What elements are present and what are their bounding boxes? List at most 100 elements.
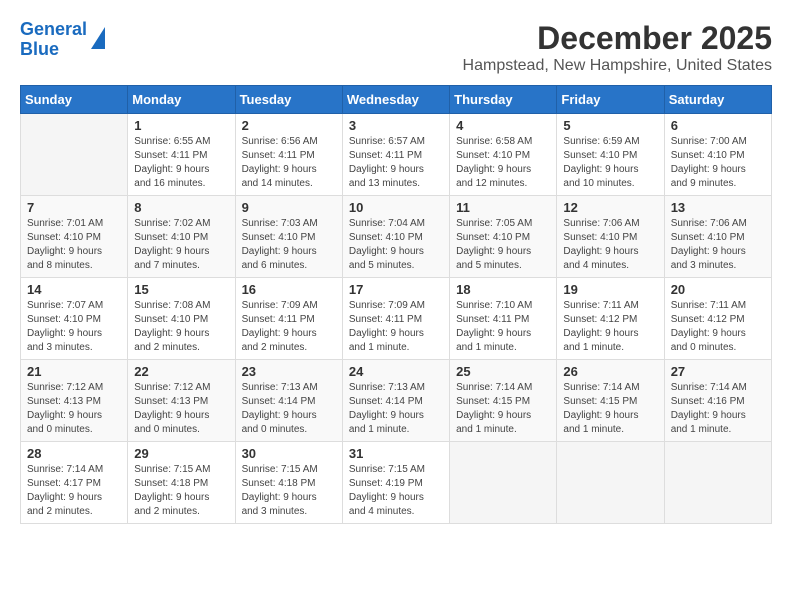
calendar-cell: 23 Sunrise: 7:13 AM Sunset: 4:14 PM Dayli…	[235, 360, 342, 442]
day-number: 6	[671, 118, 765, 133]
calendar-cell	[21, 114, 128, 196]
day-number: 11	[456, 200, 550, 215]
calendar-cell: 8Sunrise: 7:02 AM Sunset: 4:10 PM Daylig…	[128, 196, 235, 278]
calendar-cell: 29 Sunrise: 7:15 AM Sunset: 4:18 PM Dayli…	[128, 442, 235, 524]
calendar-day-header: Tuesday	[235, 86, 342, 114]
day-number: 12	[563, 200, 657, 215]
calendar-cell: 6 Sunrise: 7:00 AM Sunset: 4:10 PM Daylig…	[664, 114, 771, 196]
day-info: Sunrise: 6:58 AM Sunset: 4:10 PM Dayligh…	[456, 135, 550, 191]
day-number: 31	[349, 446, 443, 461]
day-number: 1	[134, 118, 228, 133]
day-info: Sunrise: 6:59 AM Sunset: 4:10 PM Dayligh…	[563, 135, 657, 191]
calendar-day-header: Thursday	[450, 86, 557, 114]
day-info: Sunrise: 7:05 AM Sunset: 4:10 PM Dayligh…	[456, 217, 550, 273]
day-number: 3	[349, 118, 443, 133]
day-info: Sunrise: 6:57 AM Sunset: 4:11 PM Dayligh…	[349, 135, 443, 191]
day-number: 2	[242, 118, 336, 133]
day-number: 29	[134, 446, 228, 461]
calendar-week-row: 7 Sunrise: 7:01 AM Sunset: 4:10 PM Daylig…	[21, 196, 772, 278]
calendar-cell: 20Sunrise: 7:11 AM Sunset: 4:12 PM Dayli…	[664, 278, 771, 360]
day-info: Sunrise: 7:09 AM Sunset: 4:11 PM Dayligh…	[242, 299, 336, 355]
calendar-cell	[450, 442, 557, 524]
calendar-cell	[664, 442, 771, 524]
day-info: Sunrise: 7:01 AM Sunset: 4:10 PM Dayligh…	[27, 217, 121, 273]
calendar-cell: 16 Sunrise: 7:09 AM Sunset: 4:11 PM Dayli…	[235, 278, 342, 360]
day-number: 13	[671, 200, 765, 215]
calendar-week-row: 14 Sunrise: 7:07 AM Sunset: 4:10 PM Dayli…	[21, 278, 772, 360]
title-block: December 2025 Hampstead, New Hampshire, …	[463, 20, 772, 75]
day-number: 14	[27, 282, 121, 297]
month-title: December 2025	[463, 20, 772, 57]
day-info: Sunrise: 7:00 AM Sunset: 4:10 PM Dayligh…	[671, 135, 765, 191]
day-number: 30	[242, 446, 336, 461]
logo: General Blue	[20, 20, 105, 60]
day-info: Sunrise: 7:03 AM Sunset: 4:10 PM Dayligh…	[242, 217, 336, 273]
day-info: Sunrise: 7:09 AM Sunset: 4:11 PM Dayligh…	[349, 299, 443, 355]
day-info: Sunrise: 6:55 AM Sunset: 4:11 PM Dayligh…	[134, 135, 228, 191]
calendar-cell: 25Sunrise: 7:14 AM Sunset: 4:15 PM Dayli…	[450, 360, 557, 442]
calendar-cell: 15 Sunrise: 7:08 AM Sunset: 4:10 PM Dayli…	[128, 278, 235, 360]
calendar-cell: 28 Sunrise: 7:14 AM Sunset: 4:17 PM Dayli…	[21, 442, 128, 524]
location-title: Hampstead, New Hampshire, United States	[463, 57, 772, 75]
day-info: Sunrise: 7:12 AM Sunset: 4:13 PM Dayligh…	[134, 381, 228, 437]
calendar-cell: 30Sunrise: 7:15 AM Sunset: 4:18 PM Dayli…	[235, 442, 342, 524]
day-info: Sunrise: 7:08 AM Sunset: 4:10 PM Dayligh…	[134, 299, 228, 355]
day-info: Sunrise: 7:06 AM Sunset: 4:10 PM Dayligh…	[671, 217, 765, 273]
day-info: Sunrise: 7:15 AM Sunset: 4:18 PM Dayligh…	[134, 463, 228, 519]
logo-icon	[91, 27, 105, 49]
day-info: Sunrise: 6:56 AM Sunset: 4:11 PM Dayligh…	[242, 135, 336, 191]
day-number: 21	[27, 364, 121, 379]
calendar-cell: 21 Sunrise: 7:12 AM Sunset: 4:13 PM Dayli…	[21, 360, 128, 442]
calendar-cell: 4 Sunrise: 6:58 AM Sunset: 4:10 PM Daylig…	[450, 114, 557, 196]
day-info: Sunrise: 7:14 AM Sunset: 4:16 PM Dayligh…	[671, 381, 765, 437]
day-info: Sunrise: 7:11 AM Sunset: 4:12 PM Dayligh…	[563, 299, 657, 355]
calendar-cell: 1 Sunrise: 6:55 AM Sunset: 4:11 PM Daylig…	[128, 114, 235, 196]
logo-line2: Blue	[20, 39, 59, 59]
day-number: 25	[456, 364, 550, 379]
calendar-cell: 12 Sunrise: 7:06 AM Sunset: 4:10 PM Dayli…	[557, 196, 664, 278]
calendar-week-row: 1 Sunrise: 6:55 AM Sunset: 4:11 PM Daylig…	[21, 114, 772, 196]
calendar-day-header: Monday	[128, 86, 235, 114]
calendar-cell: 13 Sunrise: 7:06 AM Sunset: 4:10 PM Dayli…	[664, 196, 771, 278]
calendar-cell	[557, 442, 664, 524]
day-number: 7	[27, 200, 121, 215]
day-number: 26	[563, 364, 657, 379]
day-info: Sunrise: 7:10 AM Sunset: 4:11 PM Dayligh…	[456, 299, 550, 355]
calendar-week-row: 21 Sunrise: 7:12 AM Sunset: 4:13 PM Dayli…	[21, 360, 772, 442]
day-info: Sunrise: 7:14 AM Sunset: 4:15 PM Dayligh…	[563, 381, 657, 437]
day-info: Sunrise: 7:07 AM Sunset: 4:10 PM Dayligh…	[27, 299, 121, 355]
day-number: 4	[456, 118, 550, 133]
day-number: 19	[563, 282, 657, 297]
calendar-cell: 26 Sunrise: 7:14 AM Sunset: 4:15 PM Dayli…	[557, 360, 664, 442]
calendar-cell: 3 Sunrise: 6:57 AM Sunset: 4:11 PM Daylig…	[342, 114, 449, 196]
day-number: 15	[134, 282, 228, 297]
calendar-cell: 9Sunrise: 7:03 AM Sunset: 4:10 PM Daylig…	[235, 196, 342, 278]
day-number: 28	[27, 446, 121, 461]
day-info: Sunrise: 7:13 AM Sunset: 4:14 PM Dayligh…	[349, 381, 443, 437]
calendar-cell: 11 Sunrise: 7:05 AM Sunset: 4:10 PM Dayli…	[450, 196, 557, 278]
day-number: 5	[563, 118, 657, 133]
calendar-cell: 27 Sunrise: 7:14 AM Sunset: 4:16 PM Dayli…	[664, 360, 771, 442]
day-number: 20	[671, 282, 765, 297]
calendar-cell: 5 Sunrise: 6:59 AM Sunset: 4:10 PM Daylig…	[557, 114, 664, 196]
calendar-header-row: SundayMondayTuesdayWednesdayThursdayFrid…	[21, 86, 772, 114]
day-info: Sunrise: 7:15 AM Sunset: 4:19 PM Dayligh…	[349, 463, 443, 519]
day-info: Sunrise: 7:12 AM Sunset: 4:13 PM Dayligh…	[27, 381, 121, 437]
day-number: 10	[349, 200, 443, 215]
day-number: 27	[671, 364, 765, 379]
day-number: 16	[242, 282, 336, 297]
page-header: General Blue December 2025 Hampstead, Ne…	[20, 20, 772, 75]
calendar-day-header: Friday	[557, 86, 664, 114]
calendar-cell: 24Sunrise: 7:13 AM Sunset: 4:14 PM Dayli…	[342, 360, 449, 442]
calendar-cell: 31 Sunrise: 7:15 AM Sunset: 4:19 PM Dayli…	[342, 442, 449, 524]
calendar-day-header: Saturday	[664, 86, 771, 114]
day-number: 17	[349, 282, 443, 297]
day-info: Sunrise: 7:02 AM Sunset: 4:10 PM Dayligh…	[134, 217, 228, 273]
day-number: 23	[242, 364, 336, 379]
calendar-cell: 18Sunrise: 7:10 AM Sunset: 4:11 PM Dayli…	[450, 278, 557, 360]
calendar-cell: 7 Sunrise: 7:01 AM Sunset: 4:10 PM Daylig…	[21, 196, 128, 278]
calendar-cell: 2 Sunrise: 6:56 AM Sunset: 4:11 PM Daylig…	[235, 114, 342, 196]
day-info: Sunrise: 7:14 AM Sunset: 4:17 PM Dayligh…	[27, 463, 121, 519]
day-info: Sunrise: 7:13 AM Sunset: 4:14 PM Dayligh…	[242, 381, 336, 437]
day-info: Sunrise: 7:06 AM Sunset: 4:10 PM Dayligh…	[563, 217, 657, 273]
